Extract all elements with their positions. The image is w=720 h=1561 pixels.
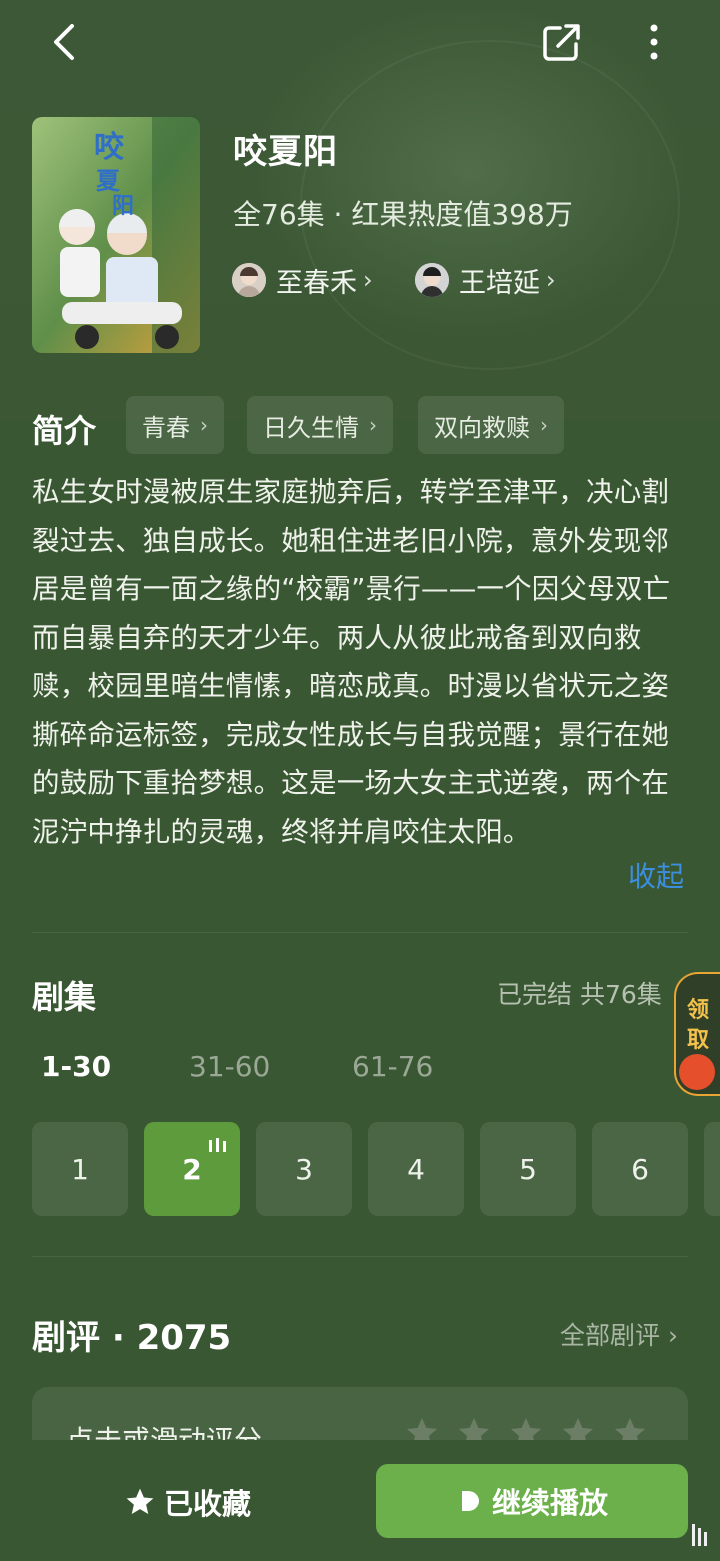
chevron-right-icon: › xyxy=(363,266,373,294)
bookmark-icon xyxy=(692,1524,707,1546)
tab-range-61-76[interactable]: 61-76 xyxy=(352,1050,433,1083)
episode-button[interactable]: 6 xyxy=(592,1122,688,1216)
collapse-button[interactable]: 收起 xyxy=(628,855,684,895)
synopsis-text: 私生女时漫被原生家庭抛弃后，转学至津平，决心割裂过去、独自成长。她租住进老旧小院… xyxy=(32,476,671,848)
show-title: 咬夏阳 xyxy=(233,132,338,172)
chevron-right-icon: › xyxy=(369,413,377,437)
chevron-right-icon: › xyxy=(200,413,208,437)
episode-button[interactable]: 4 xyxy=(368,1122,464,1216)
actor-name: 至春禾 xyxy=(276,267,357,299)
episodes-heading: 剧集 xyxy=(32,978,97,1016)
svg-text:阳: 阳 xyxy=(112,194,134,219)
now-playing-icon xyxy=(209,1138,226,1152)
avatar xyxy=(232,263,266,297)
reward-claim-widget[interactable]: 领 取 xyxy=(674,972,720,1096)
continue-play-label: 继续播放 xyxy=(491,1486,608,1520)
svg-text:夏: 夏 xyxy=(96,167,121,195)
divider xyxy=(32,1256,688,1257)
actor-name: 王培延 xyxy=(459,267,540,299)
tag-label: 日久生情 xyxy=(263,413,359,442)
chevron-right-icon: › xyxy=(546,266,556,294)
reward-label-line: 取 xyxy=(686,1028,709,1053)
episodes-status[interactable]: 已完结 共76集 xyxy=(497,975,662,1011)
favorite-button[interactable]: 已收藏 xyxy=(124,1484,252,1521)
tag-chip[interactable]: 青春 › xyxy=(126,396,224,454)
episode-button[interactable]: 3 xyxy=(256,1122,352,1216)
reviews-heading: 剧评 · 2075 xyxy=(32,1318,232,1358)
episode-button-partial[interactable] xyxy=(704,1122,720,1216)
more-options-icon[interactable] xyxy=(636,20,672,64)
reward-label: 领 取 xyxy=(676,996,720,1056)
reward-label-line: 领 xyxy=(686,998,709,1023)
back-icon[interactable] xyxy=(44,20,88,64)
svg-text:咬: 咬 xyxy=(94,130,125,165)
favorite-label: 已收藏 xyxy=(164,1487,252,1521)
play-icon xyxy=(461,1491,479,1511)
tag-label: 双向救赎 xyxy=(434,413,530,442)
episode-button[interactable]: 1 xyxy=(32,1122,128,1216)
star-filled-icon xyxy=(126,1488,154,1514)
episode-button-current[interactable]: 2 xyxy=(144,1122,240,1216)
tag-label: 青春 xyxy=(142,413,190,442)
episode-button[interactable]: 5 xyxy=(480,1122,576,1216)
actor-link[interactable]: 至春禾 › xyxy=(232,262,373,299)
tab-range-1-30[interactable]: 1-30 xyxy=(41,1050,111,1083)
chevron-right-icon: › xyxy=(660,1321,678,1350)
all-reviews-link[interactable]: 全部剧评 › xyxy=(560,1316,678,1352)
all-reviews-label: 全部剧评 xyxy=(560,1321,661,1350)
tag-chip[interactable]: 日久生情 › xyxy=(247,396,393,454)
red-envelope-icon xyxy=(679,1054,715,1090)
avatar xyxy=(415,263,449,297)
show-meta: 全76集 · 红果热度值398万 xyxy=(233,198,573,231)
divider xyxy=(32,932,688,933)
share-icon[interactable] xyxy=(540,20,584,64)
actor-link[interactable]: 王培延 › xyxy=(415,262,556,299)
intro-heading: 简介 xyxy=(32,412,97,450)
show-poster[interactable]: 咬 夏 阳 xyxy=(32,117,200,353)
tab-range-31-60[interactable]: 31-60 xyxy=(189,1050,270,1083)
bottom-action-bar: 已收藏 继续播放 xyxy=(0,1440,720,1561)
chevron-right-icon: › xyxy=(540,413,548,437)
episode-number: 2 xyxy=(182,1152,202,1186)
continue-play-button[interactable]: 继续播放 xyxy=(376,1464,688,1538)
tag-chip[interactable]: 双向救赎 › xyxy=(418,396,564,454)
